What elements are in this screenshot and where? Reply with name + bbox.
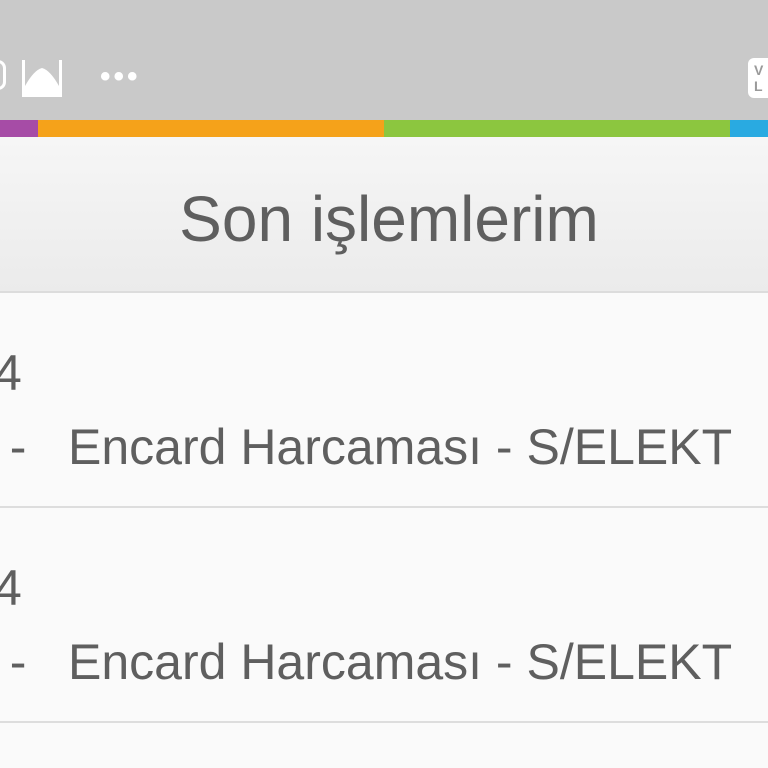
transaction-list[interactable]: 4 . - Encard Harcaması - S/ELEKT 4 . - E… (0, 293, 768, 768)
transaction-row[interactable]: 4 . - Encard Harcaması - S/ELEKT (0, 508, 768, 723)
more-icon: ••• (100, 60, 141, 93)
transaction-amount: . - (0, 634, 27, 690)
strip-segment-blue (730, 120, 768, 137)
strip-segment-orange (38, 120, 384, 137)
transaction-description: Encard Harcaması - S/ELEKT (68, 419, 733, 475)
transaction-date: 4 (0, 560, 22, 616)
strip-segment-green (384, 120, 730, 137)
transaction-row[interactable]: 4 . - Encard Harcaması - S/ELEKT (0, 293, 768, 508)
page-header: Son işlemlerim (0, 137, 768, 293)
strip-segment-purple (0, 120, 38, 137)
app-screen: ••• VL Son işlemlerim 4 . - Encard Harca… (0, 0, 768, 768)
page-title: Son işlemlerim (179, 183, 599, 255)
notification-icon (0, 60, 6, 90)
mosque-icon (22, 60, 62, 97)
brand-color-strip (0, 120, 768, 137)
status-bar: ••• VL (0, 0, 768, 120)
transaction-amount: . - (0, 419, 27, 475)
app-badge-icon: VL (748, 58, 768, 98)
transaction-description: Encard Harcaması - S/ELEKT (68, 634, 733, 690)
transaction-date: 4 (0, 345, 22, 401)
